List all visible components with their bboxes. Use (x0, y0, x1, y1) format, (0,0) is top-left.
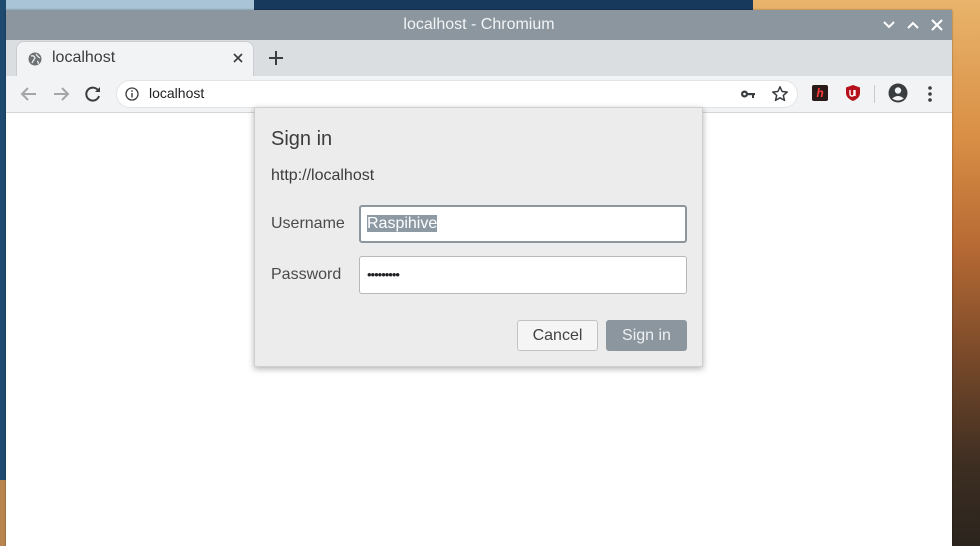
globe-icon (28, 52, 42, 66)
bookmark-star-icon[interactable] (771, 85, 789, 103)
extension-h-icon[interactable]: h (812, 85, 828, 101)
sign-in-dialog: Sign in http://localhost Username Raspih… (254, 107, 703, 367)
address-bar[interactable]: localhost (116, 80, 798, 108)
title-bar[interactable]: localhost - Chromium (6, 10, 952, 40)
minimize-icon[interactable] (880, 16, 898, 34)
forward-icon[interactable] (51, 84, 71, 104)
url-text[interactable]: localhost (149, 85, 204, 101)
key-icon[interactable] (740, 86, 756, 102)
dialog-origin: http://localhost (271, 167, 375, 184)
reload-icon[interactable] (83, 84, 103, 104)
cancel-button[interactable]: Cancel (517, 320, 598, 351)
info-icon[interactable] (125, 87, 139, 101)
password-field[interactable]: ••••••••• (359, 256, 687, 294)
password-label: Password (271, 266, 342, 283)
username-value: Raspihive (367, 215, 438, 232)
tab-strip: localhost (6, 40, 952, 76)
close-window-icon[interactable] (928, 16, 946, 34)
ublock-shield-icon[interactable] (844, 84, 862, 102)
tab-title: localhost (52, 49, 116, 66)
dialog-title: Sign in (271, 128, 333, 150)
maximize-icon[interactable] (904, 16, 922, 34)
password-value: ••••••••• (367, 267, 400, 282)
desktop-background (0, 0, 254, 10)
close-tab-icon[interactable] (231, 51, 245, 65)
back-icon[interactable] (19, 84, 39, 104)
toolbar-divider (874, 85, 875, 103)
username-label: Username (271, 215, 345, 232)
menu-dots-icon[interactable] (924, 84, 936, 104)
new-tab-icon[interactable] (267, 49, 285, 67)
window-title: localhost - Chromium (403, 16, 555, 33)
tab-localhost[interactable]: localhost (16, 41, 254, 76)
profile-avatar-icon[interactable] (888, 83, 908, 103)
sign-in-button[interactable]: Sign in (606, 320, 687, 351)
desktop-background-panel (254, 0, 754, 10)
username-field[interactable]: Raspihive (359, 205, 687, 243)
